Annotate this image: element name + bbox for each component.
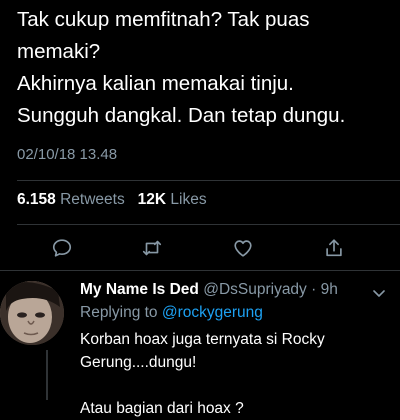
replying-to: Replying to @rockygerung bbox=[80, 304, 263, 322]
tweet-text-line: Sungguh dangkal. Dan tetap dungu. bbox=[17, 104, 346, 127]
tweet-stats: 6.158 Retweets 12K Likes bbox=[17, 191, 207, 209]
replying-label: Replying to bbox=[80, 304, 158, 321]
tweet-text-line: memaki? bbox=[17, 40, 101, 63]
divider bbox=[17, 224, 400, 225]
likes-label[interactable]: Likes bbox=[170, 191, 206, 208]
reply-body-line: Gerung....dungu! bbox=[80, 354, 197, 371]
chevron-down-icon[interactable] bbox=[370, 284, 388, 302]
reply-body-line: Atau bagian dari hoax ? bbox=[80, 400, 244, 417]
reply-display-name[interactable]: My Name Is Ded bbox=[80, 281, 199, 298]
tweet-actions bbox=[0, 228, 400, 266]
avatar[interactable] bbox=[0, 281, 64, 345]
divider bbox=[0, 270, 400, 271]
like-icon bbox=[234, 240, 252, 257]
like-button[interactable] bbox=[229, 234, 257, 262]
reply-body-line bbox=[80, 374, 390, 397]
tweet-text-line: Tak cukup memfitnah? Tak puas bbox=[17, 8, 310, 31]
replying-handle-link[interactable]: @rockygerung bbox=[162, 304, 263, 321]
likes-count[interactable]: 12K bbox=[138, 191, 166, 208]
tweet-text-line: Akhirnya kalian memakai tinju. bbox=[17, 72, 294, 95]
share-icon bbox=[326, 239, 342, 257]
divider bbox=[17, 180, 400, 181]
reply-body: Korban hoax juga ternyata si Rocky Gerun… bbox=[80, 328, 390, 420]
retweets-count[interactable]: 6.158 bbox=[17, 191, 56, 208]
avatar-photo bbox=[0, 281, 64, 345]
tweet-timestamp: 02/10/18 13.48 bbox=[17, 146, 118, 163]
reply-icon bbox=[52, 239, 72, 257]
reply-body-line: Korban hoax juga ternyata si Rocky bbox=[80, 331, 325, 348]
tweet-text: Tak cukup memfitnah? Tak puas memaki? Ak… bbox=[17, 4, 397, 132]
retweets-label[interactable]: Retweets bbox=[60, 191, 125, 208]
thread-line bbox=[46, 350, 48, 400]
reply-handle-time[interactable]: @DsSupriyady · 9h bbox=[203, 281, 338, 298]
reply-button[interactable] bbox=[48, 234, 76, 262]
retweet-icon bbox=[142, 240, 162, 256]
reply-header: My Name Is Ded @DsSupriyady · 9h bbox=[80, 281, 338, 299]
share-button[interactable] bbox=[320, 234, 348, 262]
retweet-button[interactable] bbox=[138, 234, 166, 262]
